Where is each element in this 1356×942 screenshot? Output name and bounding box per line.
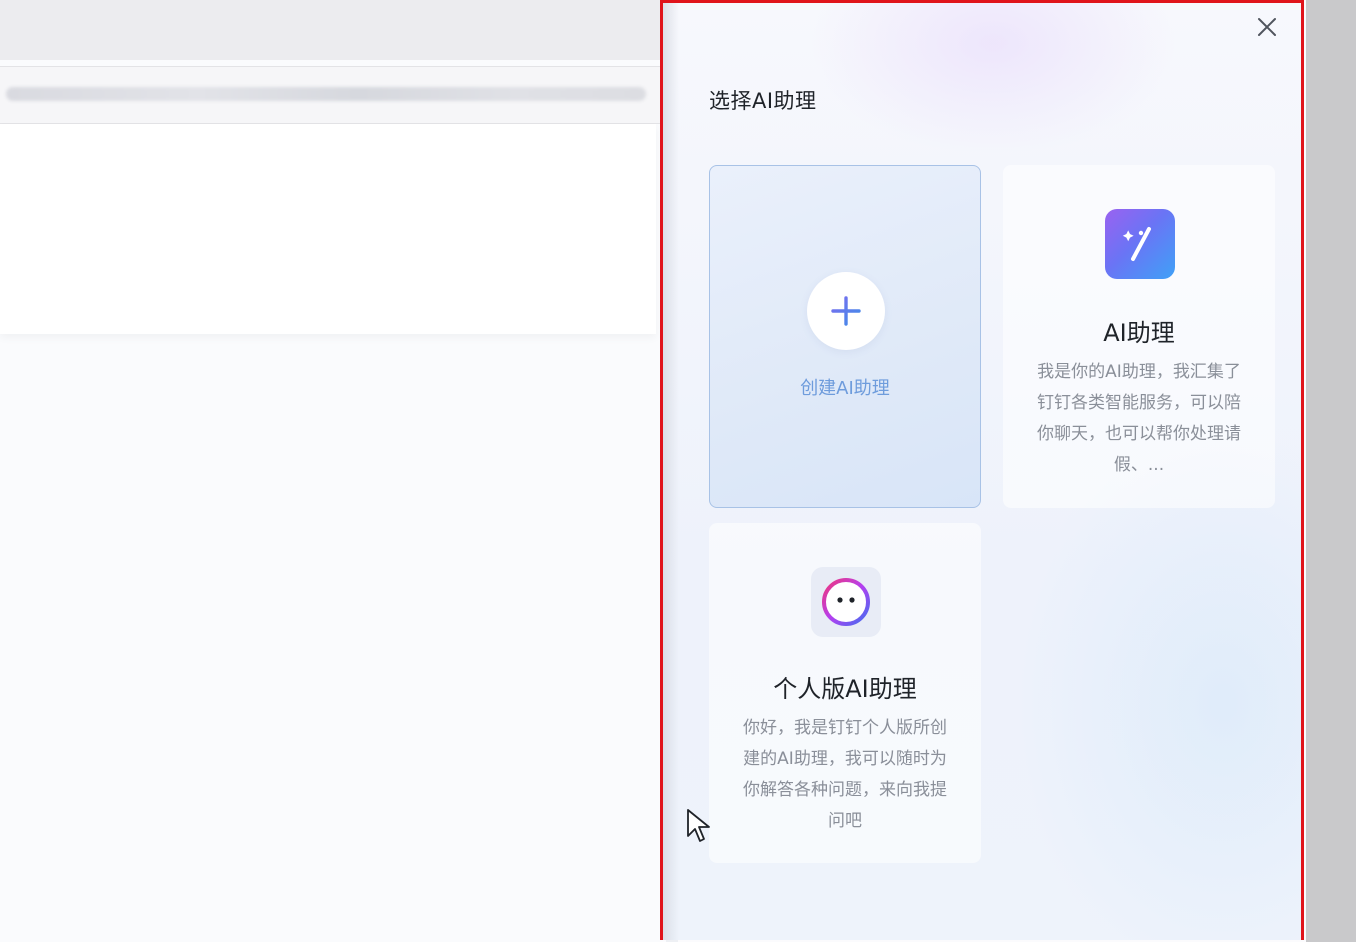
plus-button[interactable] xyxy=(807,272,885,350)
ai-assistant-name: AI助理 xyxy=(1103,319,1175,347)
drawer-shadow xyxy=(663,3,679,940)
personal-ai-assistant-card[interactable]: 个人版AI助理 你好，我是钉钉个人版所创建的AI助理，我可以随时为你解答各种问题… xyxy=(709,523,981,863)
magic-wand-icon xyxy=(1105,209,1175,279)
personal-ai-assistant-name: 个人版AI助理 xyxy=(773,675,917,703)
background-app xyxy=(0,0,660,942)
drawer-title: 选择AI助理 xyxy=(709,89,817,113)
close-button[interactable] xyxy=(1253,13,1281,41)
plus-icon xyxy=(831,296,861,326)
screen: 选择AI助理 创建AI助理 AI助理 我是你的AI助理，我汇集了钉钉各类智能服务… xyxy=(0,0,1356,942)
ai-assistant-description: 我是你的AI助理，我汇集了钉钉各类智能服务，可以陪你聊天，也可以帮你处理请假、.… xyxy=(1037,362,1241,475)
create-ai-assistant-label: 创建AI助理 xyxy=(800,378,890,399)
create-ai-assistant-card[interactable]: 创建AI助理 xyxy=(709,165,981,508)
smiley-face-icon xyxy=(811,567,881,637)
ai-assistant-card[interactable]: AI助理 我是你的AI助理，我汇集了钉钉各类智能服务，可以陪你聊天，也可以帮你处… xyxy=(1003,165,1275,508)
blurred-text xyxy=(6,87,646,101)
overlay-gutter xyxy=(1306,0,1356,942)
mouse-cursor-icon xyxy=(687,809,710,842)
background-panel xyxy=(0,124,656,334)
background-toolbar xyxy=(0,0,660,60)
select-ai-assistant-drawer: 选择AI助理 创建AI助理 AI助理 我是你的AI助理，我汇集了钉钉各类智能服务… xyxy=(660,0,1304,940)
personal-ai-assistant-description: 你好，我是钉钉个人版所创建的AI助理，我可以随时为你解答各种问题，来向我提问吧 xyxy=(743,718,947,831)
background-address-bar xyxy=(0,66,660,124)
close-icon xyxy=(1258,18,1276,36)
